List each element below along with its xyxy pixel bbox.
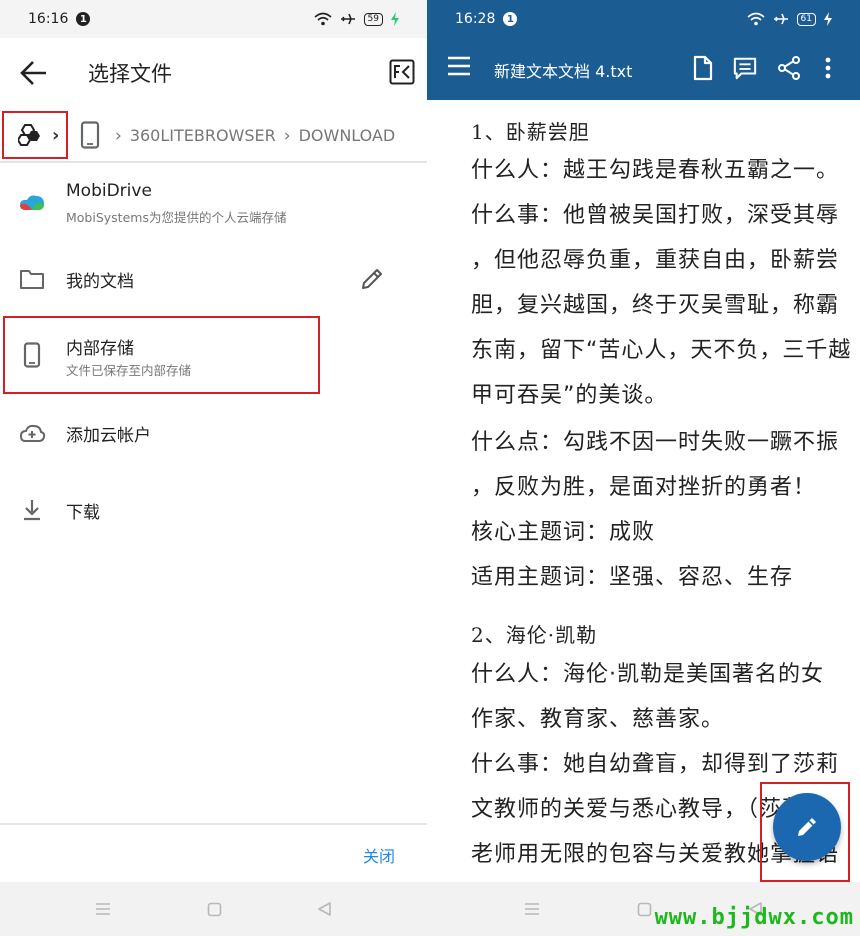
page-title: 选择文件 — [88, 62, 172, 86]
notification-badge: 1 — [76, 12, 91, 26]
list-item-add-cloud-account[interactable]: 添加云帐户 — [0, 403, 427, 463]
airplane-icon — [773, 13, 788, 25]
charging-icon — [824, 12, 832, 26]
doc-line: 甲可吞吴”的美谈。 — [471, 383, 668, 408]
file-picker-screen: 16:16 1 59 选择文件 › › 360LITEBROWSER › DOW… — [0, 0, 427, 936]
list-item-title: 添加云帐户 — [66, 426, 151, 446]
edit-pencil-icon — [798, 818, 816, 836]
share-icon[interactable] — [777, 55, 801, 81]
list-item-my-documents[interactable]: 我的文档 — [0, 249, 427, 309]
recents-nav-icon[interactable] — [524, 902, 540, 916]
phone-icon — [18, 341, 46, 369]
doc-line: 什么人：海伦·凯勒是美国著名的女 — [471, 662, 824, 687]
doc-line: 2、海伦·凯勒 — [471, 623, 598, 647]
doc-line: 适用主题词：坚强、容忍、生存 — [471, 565, 794, 590]
list-item-subtitle: MobiSystems为您提供的个人云端存储 — [66, 210, 287, 225]
list-item-title: 内部存储 — [66, 339, 134, 359]
document-title: 新建文本文档 4.txt — [494, 62, 633, 81]
close-button[interactable]: 关闭 — [363, 843, 395, 867]
chevron-right-icon: › — [283, 125, 291, 146]
breadcrumb-path: › 360LITEBROWSER › DOWNLOAD — [115, 108, 395, 163]
chevron-right-icon: › — [115, 125, 122, 146]
breadcrumb-item-download[interactable]: DOWNLOAD — [299, 126, 396, 145]
notification-badge: 1 — [503, 12, 518, 26]
doc-line: 什么事：她自幼聋盲，却得到了莎莉 — [471, 752, 840, 777]
notes-icon[interactable] — [733, 55, 757, 81]
toolbar: 新建文本文档 4.txt — [427, 38, 860, 100]
watermark-text: www.bjjdwx.com — [654, 905, 854, 930]
chevron-right-icon: › — [52, 124, 60, 146]
doc-line: 什么事：他曾被吴国打败，深受其辱 — [471, 203, 840, 228]
back-arrow-icon[interactable] — [20, 60, 48, 86]
list-item-subtitle: 文件已保存至内部存储 — [66, 363, 192, 378]
download-icon — [18, 496, 46, 524]
phone-storage-icon[interactable] — [80, 121, 100, 149]
wifi-icon — [747, 12, 765, 26]
edit-fab-button[interactable] — [773, 793, 841, 861]
app-bar: 选择文件 — [0, 38, 427, 108]
status-time: 16:28 — [455, 11, 496, 27]
doc-line: 东南，留下“苦心人，天不负，三千越 — [471, 338, 852, 363]
status-bar: 16:16 1 59 — [0, 0, 427, 38]
battery-indicator: 59 — [363, 12, 383, 26]
doc-line: ，反败为胜，是面对挫折的勇者！ — [471, 475, 817, 500]
edit-pencil-icon[interactable] — [359, 266, 385, 292]
doc-line: 什么点：勾践不因一时失败一蹶不振 — [471, 430, 840, 455]
doc-line: 1、卧薪尝胆 — [471, 120, 590, 144]
airplane-icon — [340, 13, 355, 25]
status-time: 16:16 — [28, 11, 69, 27]
list-item-title: 我的文档 — [66, 272, 134, 292]
charging-icon — [391, 12, 399, 26]
breadcrumb: › › 360LITEBROWSER › DOWNLOAD — [0, 108, 427, 163]
doc-line: 胆，复兴越国，终于灭吴雪耻，称霸 — [471, 293, 840, 318]
recents-nav-icon[interactable] — [95, 902, 111, 916]
footer-divider — [0, 823, 427, 825]
breadcrumb-item-360litebrowser[interactable]: 360LITEBROWSER — [130, 126, 276, 145]
battery-indicator: 61 — [796, 12, 816, 26]
hamburger-menu-icon[interactable] — [447, 56, 471, 76]
list-item-mobidrive[interactable]: MobiDrive MobiSystems为您提供的个人云端存储 — [0, 172, 427, 234]
list-item-title: 下载 — [66, 503, 100, 523]
wifi-icon — [314, 12, 332, 26]
cloud-add-icon — [18, 419, 46, 447]
breadcrumb-root[interactable]: › — [2, 111, 68, 159]
status-bar: 16:28 1 61 — [427, 0, 860, 38]
doc-line: 核心主题词：成败 — [471, 520, 656, 545]
back-nav-icon[interactable] — [317, 901, 332, 917]
home-nav-icon[interactable] — [207, 902, 222, 917]
app-logo-icon — [18, 124, 40, 146]
doc-line: 作家、教育家、慈善家。 — [471, 707, 725, 732]
list-item-title: MobiDrive — [66, 181, 152, 201]
document-icon[interactable] — [691, 55, 715, 81]
system-nav-bar — [0, 882, 427, 936]
mobidrive-logo-icon — [18, 189, 46, 217]
doc-line: 什么人：越王勾践是春秋五霸之一。 — [471, 158, 840, 183]
list-item-download[interactable]: 下载 — [0, 480, 427, 540]
text-viewer-screen: 16:28 1 61 新建文本文档 4.txt 1、卧薪尝胆 什么人：越王勾践是… — [427, 0, 860, 936]
more-vert-icon[interactable] — [823, 55, 833, 81]
file-commander-icon[interactable] — [389, 59, 415, 85]
doc-line: ，但他忍辱负重，重获自由，卧薪尝 — [471, 248, 840, 273]
folder-icon — [18, 265, 46, 293]
list-item-internal-storage[interactable]: 内部存储 文件已保存至内部存储 — [0, 325, 427, 385]
home-nav-icon[interactable] — [637, 902, 652, 917]
